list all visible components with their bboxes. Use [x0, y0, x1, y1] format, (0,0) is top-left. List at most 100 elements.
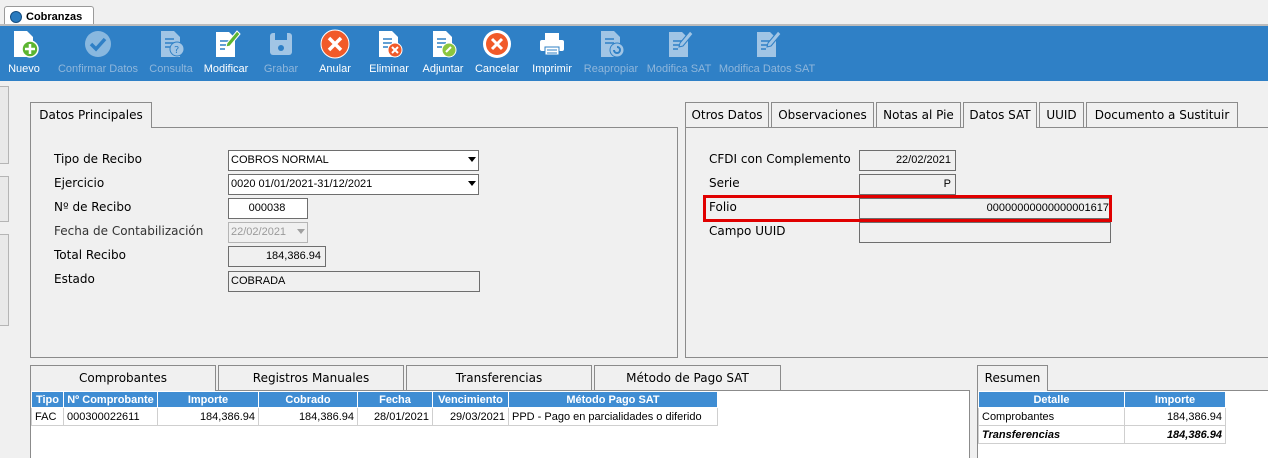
tipo-recibo-label: Tipo de Recibo: [54, 152, 142, 166]
tipo-recibo-select[interactable]: COBROS NORMAL: [228, 150, 479, 171]
table-cell: 184,386.94: [1124, 407, 1226, 426]
reassign-button[interactable]: Reapropiar: [582, 26, 640, 81]
table-cell: Transferencias: [978, 425, 1125, 444]
column-header[interactable]: Fecha: [357, 391, 433, 408]
delete-label: Eliminar: [369, 63, 409, 75]
tab-transferencias-label: Transferencias: [455, 371, 543, 385]
modify-label: Modificar: [203, 63, 249, 75]
table-row[interactable]: Comprobantes 184,386.94: [978, 407, 1226, 426]
attach-button[interactable]: Adjuntar: [419, 26, 467, 81]
resumen-table: Detalle Importe Comprobantes 184,386.94 …: [978, 391, 1226, 444]
cancel-button[interactable]: Cancelar: [473, 26, 521, 81]
column-header[interactable]: Método Pago SAT: [508, 391, 718, 408]
window-tab-cobranzas[interactable]: Cobranzas: [4, 6, 94, 25]
cfdi-complemento-label: CFDI con Complemento: [709, 152, 851, 166]
tab-registros-manuales[interactable]: Registros Manuales: [218, 365, 404, 390]
print-button[interactable]: Imprimir: [529, 26, 575, 81]
serie-field: P: [859, 174, 956, 195]
tab-uuid[interactable]: UUID: [1039, 102, 1084, 127]
total-recibo-label: Total Recibo: [54, 248, 126, 262]
table-cell: 28/01/2021: [357, 407, 433, 426]
table-cell: 184,386.94: [1124, 425, 1226, 444]
chevron-down-icon: [468, 181, 476, 186]
column-header[interactable]: Importe: [157, 391, 259, 408]
modify-button[interactable]: Modificar: [201, 26, 251, 81]
delete-document-icon: [374, 29, 404, 59]
tab-comprobantes[interactable]: Comprobantes: [30, 365, 216, 391]
tab-notas-al-pie[interactable]: Notas al Pie: [876, 102, 961, 127]
fecha-contabilizacion-label: Fecha de Contabilización: [54, 224, 204, 238]
table-cell: FAC: [31, 407, 64, 426]
comprobantes-table: Tipo Nº Comprobante Importe Cobrado Fech…: [31, 391, 718, 426]
tab-transferencias[interactable]: Transferencias: [406, 365, 592, 390]
cancel-circle-icon: [482, 29, 512, 59]
table-cell: 184,386.94: [157, 407, 259, 426]
tab-otros-datos[interactable]: Otros Datos: [685, 102, 769, 127]
campo-uuid-label: Campo UUID: [709, 224, 786, 238]
table-row[interactable]: Transferencias 184,386.94: [978, 425, 1226, 444]
tab-datos-principales-label: Datos Principales: [39, 108, 143, 122]
printer-icon: [537, 29, 567, 59]
left-side-strip: [0, 82, 10, 458]
side-tab-1[interactable]: [0, 86, 9, 164]
cancel-x-icon: [320, 29, 350, 59]
window-tab-label: Cobranzas: [26, 11, 83, 23]
print-label: Imprimir: [532, 63, 572, 75]
tab-documento-sustituir-label: Documento a Sustituir: [1094, 108, 1230, 122]
attach-label: Adjuntar: [422, 63, 464, 75]
tab-observaciones-label: Observaciones: [778, 108, 867, 122]
ejercicio-select[interactable]: 0020 01/01/2021-31/12/2021: [228, 174, 479, 195]
table-row[interactable]: FAC 000300022611 184,386.94 184,386.94 2…: [31, 407, 718, 426]
ejercicio-value: 0020 01/01/2021-31/12/2021: [231, 178, 373, 190]
cfdi-complemento-value: 22/02/2021: [895, 154, 951, 166]
tab-metodo-pago-sat-label: Método de Pago SAT: [626, 371, 749, 385]
chevron-down-icon: [468, 157, 476, 162]
serie-value: P: [943, 178, 951, 190]
column-header[interactable]: Detalle: [978, 391, 1125, 408]
modify-sat-data-label: Modifica Datos SAT: [718, 63, 816, 75]
tab-documento-sustituir[interactable]: Documento a Sustituir: [1086, 102, 1238, 127]
tab-datos-principales[interactable]: Datos Principales: [30, 102, 152, 128]
cancel-label: Cancelar: [474, 63, 520, 75]
edit-sat-data-icon: [752, 29, 782, 59]
column-header[interactable]: Vencimiento: [432, 391, 509, 408]
tab-datos-sat-label: Datos SAT: [969, 108, 1031, 122]
campo-uuid-field: [859, 222, 1111, 243]
tab-comprobantes-label: Comprobantes: [79, 371, 167, 385]
confirm-data-button[interactable]: Confirmar Datos: [55, 26, 141, 81]
table-cell: PPD - Pago en parcialidades o diferido: [508, 407, 718, 426]
column-header[interactable]: Importe: [1124, 391, 1226, 408]
new-button[interactable]: Nuevo: [6, 26, 42, 81]
tab-metodo-pago-sat[interactable]: Método de Pago SAT: [594, 365, 781, 390]
table-header-row: Tipo Nº Comprobante Importe Cobrado Fech…: [31, 391, 718, 408]
numero-recibo-field[interactable]: 000038: [228, 198, 308, 219]
fecha-contabilizacion-field: 22/02/2021: [228, 222, 308, 243]
checkmark-icon: [83, 29, 113, 59]
chevron-down-icon: [297, 229, 305, 234]
modify-sat-label: Modifica SAT: [646, 63, 712, 75]
table-header-row: Detalle Importe: [978, 391, 1226, 408]
save-button[interactable]: Grabar: [262, 26, 300, 81]
query-label: Consulta: [149, 63, 193, 75]
query-button[interactable]: ? Consulta: [147, 26, 195, 81]
delete-button[interactable]: Eliminar: [367, 26, 411, 81]
modify-sat-data-button[interactable]: Modifica Datos SAT: [719, 26, 815, 81]
cfdi-complemento-field: 22/02/2021: [859, 150, 956, 171]
column-header[interactable]: Nº Comprobante: [63, 391, 158, 408]
tab-observaciones[interactable]: Observaciones: [771, 102, 874, 127]
numero-recibo-label: Nº de Recibo: [54, 200, 132, 214]
new-button-label: Nuevo: [8, 63, 40, 75]
reassign-label: Reapropiar: [583, 63, 639, 75]
column-header[interactable]: Tipo: [31, 391, 64, 408]
estado-value: COBRADA: [231, 275, 286, 287]
column-header[interactable]: Cobrado: [258, 391, 358, 408]
tab-datos-sat[interactable]: Datos SAT: [963, 102, 1037, 128]
side-tab-2[interactable]: [0, 176, 9, 222]
modify-sat-button[interactable]: Modifica SAT: [647, 26, 711, 81]
estado-label: Estado: [54, 272, 95, 286]
query-document-icon: ?: [156, 29, 186, 59]
tab-resumen[interactable]: Resumen: [977, 365, 1048, 391]
annul-button[interactable]: Anular: [316, 26, 354, 81]
side-tab-3[interactable]: [0, 234, 9, 326]
new-document-icon: [9, 29, 39, 59]
